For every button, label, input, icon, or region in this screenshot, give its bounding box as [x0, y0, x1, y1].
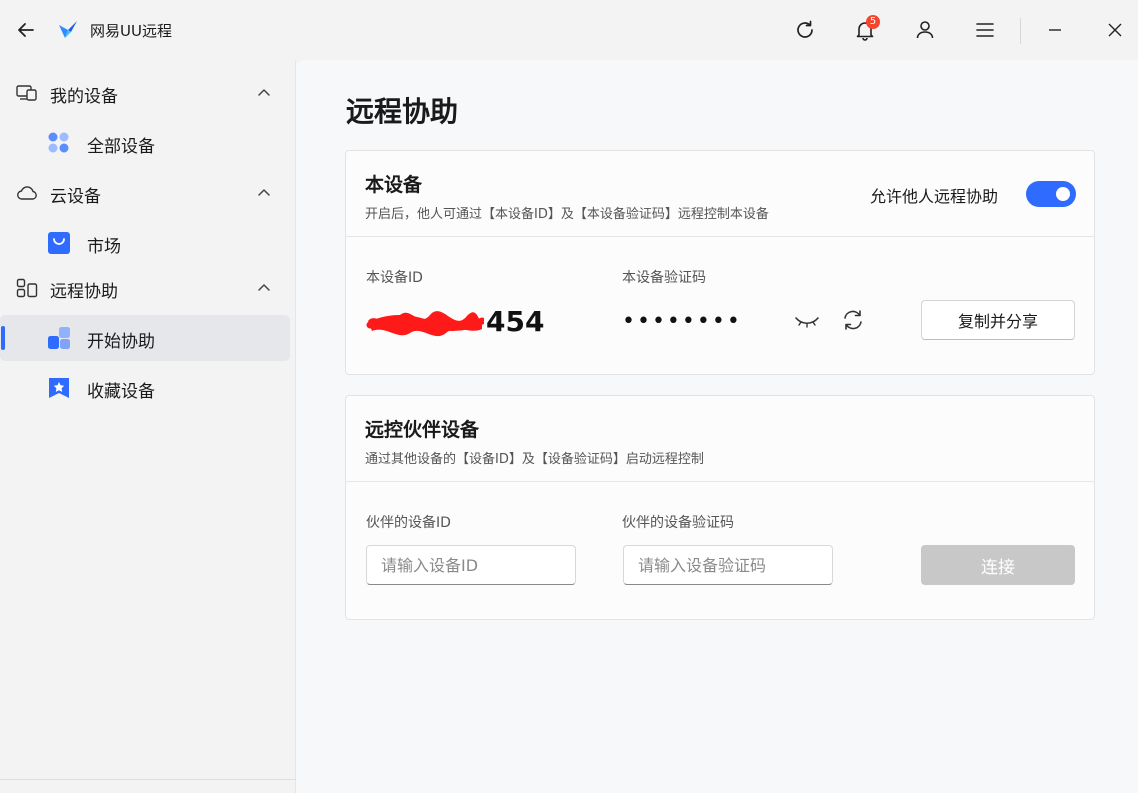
chevron-up-icon[interactable] — [256, 280, 272, 296]
verification-code-masked: •••••••• — [622, 309, 742, 334]
copy-and-share-button[interactable]: 复制并分享 — [921, 300, 1075, 340]
partner-code-label: 伙伴的设备验证码 — [622, 515, 734, 531]
refresh-code-icon[interactable] — [840, 307, 866, 333]
sidebar-group-cloud-devices[interactable]: 云设备 — [0, 171, 296, 215]
app-logo-icon — [56, 18, 80, 42]
refresh-icon[interactable] — [791, 16, 819, 44]
title-bar: 网易UU远程 5 — [0, 0, 1138, 60]
sidebar: 我的设备 全部设备 云设备 市场 远程协助 开始协助 收藏设备 — [0, 60, 296, 793]
this-device-card-header: 本设备 开启后，他人可通过【本设备ID】及【本设备验证码】远程控制本设备 允许他… — [346, 151, 1094, 237]
partner-device-subtitle: 通过其他设备的【设备ID】及【设备验证码】启动远程控制 — [365, 452, 704, 467]
user-account-icon[interactable] — [911, 16, 939, 44]
connect-button[interactable]: 连接 — [921, 545, 1075, 585]
chevron-up-icon[interactable] — [256, 85, 272, 101]
sidebar-item-label: 开始协助 — [87, 332, 155, 352]
this-device-title: 本设备 — [365, 174, 423, 196]
sidebar-group-remote-assist[interactable]: 远程协助 — [0, 266, 296, 310]
page-title: 远程协助 — [346, 95, 459, 128]
bookmark-star-icon — [47, 376, 71, 400]
chevron-up-icon[interactable] — [256, 185, 272, 201]
menu-icon[interactable] — [971, 16, 999, 44]
sidebar-item-label: 收藏设备 — [87, 382, 155, 402]
sidebar-group-label: 远程协助 — [50, 282, 118, 302]
start-assist-icon — [47, 326, 71, 350]
partner-device-card-header: 远控伙伴设备 通过其他设备的【设备ID】及【设备验证码】启动远程控制 — [346, 396, 1094, 482]
close-icon[interactable] — [1101, 16, 1129, 44]
sidebar-group-label: 我的设备 — [50, 87, 118, 107]
sidebar-group-my-devices[interactable]: 我的设备 — [0, 71, 296, 115]
partner-device-title: 远控伙伴设备 — [365, 419, 480, 441]
partner-id-label: 伙伴的设备ID — [366, 515, 451, 531]
sidebar-bottom-divider — [0, 779, 296, 780]
eye-closed-icon[interactable] — [794, 309, 820, 333]
title-bar-divider — [1020, 18, 1021, 44]
grid-dots-icon — [47, 131, 71, 155]
cloud-icon — [16, 183, 38, 203]
minimize-icon[interactable] — [1041, 16, 1069, 44]
app-title: 网易UU远程 — [90, 22, 172, 40]
sidebar-item-label: 全部设备 — [87, 137, 155, 157]
notification-badge: 5 — [866, 15, 880, 29]
sidebar-item-all-devices[interactable]: 全部设备 — [0, 120, 290, 166]
this-device-subtitle: 开启后，他人可通过【本设备ID】及【本设备验证码】远程控制本设备 — [365, 207, 769, 222]
partner-code-input[interactable] — [623, 545, 833, 585]
device-id-value: 454 — [366, 303, 544, 339]
redaction-mark — [366, 309, 484, 337]
devices-icon — [16, 83, 38, 103]
back-arrow-icon[interactable] — [14, 18, 38, 42]
shopping-bag-icon — [47, 231, 71, 255]
sidebar-item-favorite-devices[interactable]: 收藏设备 — [0, 365, 290, 411]
sidebar-item-label: 市场 — [87, 237, 121, 257]
notification-bell-icon[interactable]: 5 — [851, 15, 880, 44]
toggle-knob — [1056, 187, 1070, 201]
sidebar-item-market[interactable]: 市场 — [0, 220, 290, 266]
this-device-card: 本设备 开启后，他人可通过【本设备ID】及【本设备验证码】远程控制本设备 允许他… — [345, 150, 1095, 375]
verification-code-label: 本设备验证码 — [622, 270, 706, 286]
sidebar-item-start-assist[interactable]: 开始协助 — [0, 315, 290, 361]
remote-assist-icon — [16, 278, 38, 298]
allow-remote-assist-toggle[interactable] — [1026, 181, 1076, 207]
sidebar-group-label: 云设备 — [50, 187, 101, 207]
device-id-tail: 454 — [486, 304, 545, 338]
allow-remote-assist-label: 允许他人远程协助 — [870, 187, 999, 206]
partner-id-input[interactable] — [366, 545, 576, 585]
main-content: 远程协助 本设备 开启后，他人可通过【本设备ID】及【本设备验证码】远程控制本设… — [296, 60, 1138, 793]
partner-device-card: 远控伙伴设备 通过其他设备的【设备ID】及【设备验证码】启动远程控制 伙伴的设备… — [345, 395, 1095, 620]
device-id-label: 本设备ID — [366, 270, 423, 286]
